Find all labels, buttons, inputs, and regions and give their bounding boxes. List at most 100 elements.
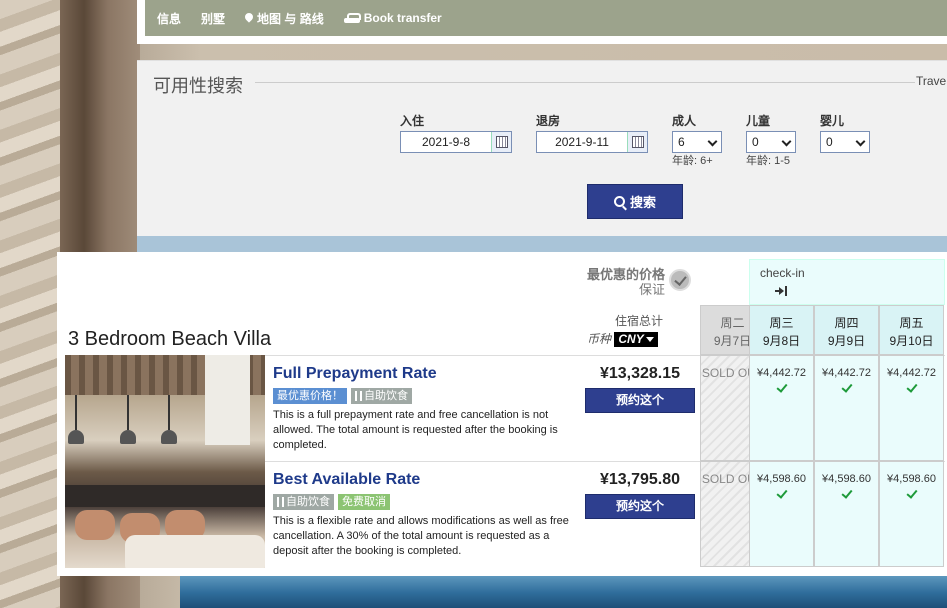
checkout-date-value: 2021-9-11 (555, 135, 609, 149)
search-icon (613, 196, 625, 207)
chevron-down-icon (707, 136, 718, 147)
children-select[interactable]: 0 (746, 131, 796, 153)
children-age-hint: 年龄: 1-5 (746, 155, 791, 167)
day-header: 周四 9月9日 (814, 305, 879, 355)
rate-total-price: ¥13,795.80 (599, 471, 681, 488)
fork-icon (277, 497, 284, 508)
nightly-price-cell[interactable]: ¥4,442.72 (879, 355, 944, 461)
checkin-marker: check-in (749, 259, 945, 305)
nightly-price: ¥4,442.72 (822, 367, 871, 379)
nav-info-label: 信息 (157, 11, 182, 26)
nightly-price: ¥4,598.60 (757, 473, 806, 485)
rate-description: This is a full prepayment rate and free … (273, 409, 558, 451)
currency-label: 币种 (587, 332, 612, 346)
sign-in-icon (775, 286, 787, 296)
nightly-price-cell[interactable]: ¥4,598.60 (814, 461, 879, 567)
chevron-down-icon (855, 136, 866, 147)
day-header: 周三 9月8日 (749, 305, 814, 355)
rate-tags: 自助饮食 免费取消 (273, 494, 390, 510)
book-button[interactable]: 预约这个 (585, 388, 695, 413)
day-weekday: 周三 (769, 316, 794, 330)
nightly-price: ¥4,598.60 (822, 473, 871, 485)
checkin-date-input[interactable]: 2021-9-8 (400, 131, 512, 153)
best-price-line2: 保证 (638, 282, 665, 297)
search-button-label: 搜索 (629, 195, 656, 210)
rate-name[interactable]: Full Prepayment Rate (273, 365, 437, 383)
adults-age-hint: 年龄: 6+ (672, 155, 713, 167)
search-title: 可用性搜索 (153, 76, 243, 96)
top-navigation: 信息 别墅 地图 与 路线 Book transfer (145, 0, 947, 36)
checkin-calendar-button[interactable] (491, 132, 511, 152)
fork-icon (355, 391, 362, 402)
nav-info[interactable]: 信息 (157, 10, 181, 27)
nav-book-transfer[interactable]: Book transfer (343, 11, 442, 25)
checkout-date-input[interactable]: 2021-9-11 (536, 131, 648, 153)
currency-selector-row: 币种 CNY (587, 330, 658, 347)
check-icon (905, 381, 918, 393)
nightly-price-cell[interactable]: ¥4,442.72 (814, 355, 879, 461)
tag-free-cancellation: 免费取消 (338, 494, 390, 510)
nav-villa[interactable]: 别墅 (201, 10, 225, 27)
adults-label: 成人 (672, 114, 697, 128)
availability-search-panel: 可用性搜索 Trave 入住 2021-9-8 退房 2021-9-11 成人 … (137, 60, 947, 236)
infants-label: 婴儿 (820, 114, 845, 128)
results-panel: 最优惠的价格 保证 3 Bedroom Beach Villa 住宿总计 币种 … (57, 252, 947, 576)
rate-description: This is a flexible rate and allows modif… (273, 515, 569, 557)
rate-tags: 最优惠价格！ 自助饮食 (273, 388, 412, 404)
check-icon (775, 381, 788, 393)
tag-label: 自助饮食 (364, 390, 408, 402)
calendar-icon (496, 136, 508, 148)
background-stone-wall (0, 0, 60, 608)
room-photo[interactable] (65, 355, 265, 568)
car-icon (343, 12, 361, 24)
nightly-price: ¥4,598.60 (887, 473, 936, 485)
check-icon (775, 487, 788, 499)
check-icon (905, 487, 918, 499)
children-value: 0 (752, 135, 759, 149)
nightly-price: ¥4,442.72 (757, 367, 806, 379)
check-icon (840, 381, 853, 393)
infants-select[interactable]: 0 (820, 131, 870, 153)
rate-name[interactable]: Best Available Rate (273, 471, 420, 489)
book-button[interactable]: 预约这个 (585, 494, 695, 519)
tag-self-catering: 自助饮食 (351, 388, 412, 404)
checkout-label: 退房 (536, 114, 561, 128)
calendar-icon (632, 136, 644, 148)
children-label: 儿童 (746, 114, 771, 128)
caret-down-icon (645, 337, 654, 343)
nightly-price-cell[interactable]: ¥4,598.60 (879, 461, 944, 567)
nav-map-label: 地图 与 路线 (257, 11, 324, 26)
nav-transfer-label: Book transfer (363, 11, 442, 25)
room-title: 3 Bedroom Beach Villa (68, 328, 272, 350)
checkin-label: 入住 (400, 114, 425, 128)
checkout-calendar-button[interactable] (627, 132, 647, 152)
search-button[interactable]: 搜索 (587, 184, 683, 219)
checkin-marker-label: check-in (760, 266, 805, 280)
total-stay-label: 住宿总计 (614, 314, 663, 328)
day-date: 9月9日 (827, 334, 866, 348)
best-price-guarantee: 最优惠的价格 保证 (579, 267, 665, 297)
chevron-down-icon (781, 136, 792, 147)
guarantee-check-icon (669, 269, 691, 291)
nightly-price-cell[interactable]: ¥4,442.72 (749, 355, 814, 461)
day-weekday: 周四 (834, 316, 859, 330)
adults-select[interactable]: 6 (672, 131, 722, 153)
nav-villa-label: 别墅 (201, 11, 226, 26)
day-header: 周五 9月10日 (879, 305, 944, 355)
day-date: 9月10日 (889, 334, 934, 348)
best-price-line1: 最优惠的价格 (586, 267, 665, 282)
traveler-label: Trave (916, 74, 947, 88)
nav-map[interactable]: 地图 与 路线 (245, 10, 324, 27)
day-weekday: 周五 (899, 316, 924, 330)
nightly-price: ¥4,442.72 (887, 367, 936, 379)
nightly-price-cell[interactable]: ¥4,598.60 (749, 461, 814, 567)
search-divider (255, 82, 915, 83)
rate-total-price: ¥13,328.15 (599, 365, 681, 382)
tag-best-price: 最优惠价格！ (273, 388, 347, 404)
currency-select[interactable]: CNY (614, 332, 658, 347)
tag-label: 自助饮食 (286, 496, 330, 508)
check-icon (840, 487, 853, 499)
checkin-date-value: 2021-9-8 (421, 135, 471, 149)
day-date: 9月8日 (762, 334, 801, 348)
infants-value: 0 (826, 135, 833, 149)
